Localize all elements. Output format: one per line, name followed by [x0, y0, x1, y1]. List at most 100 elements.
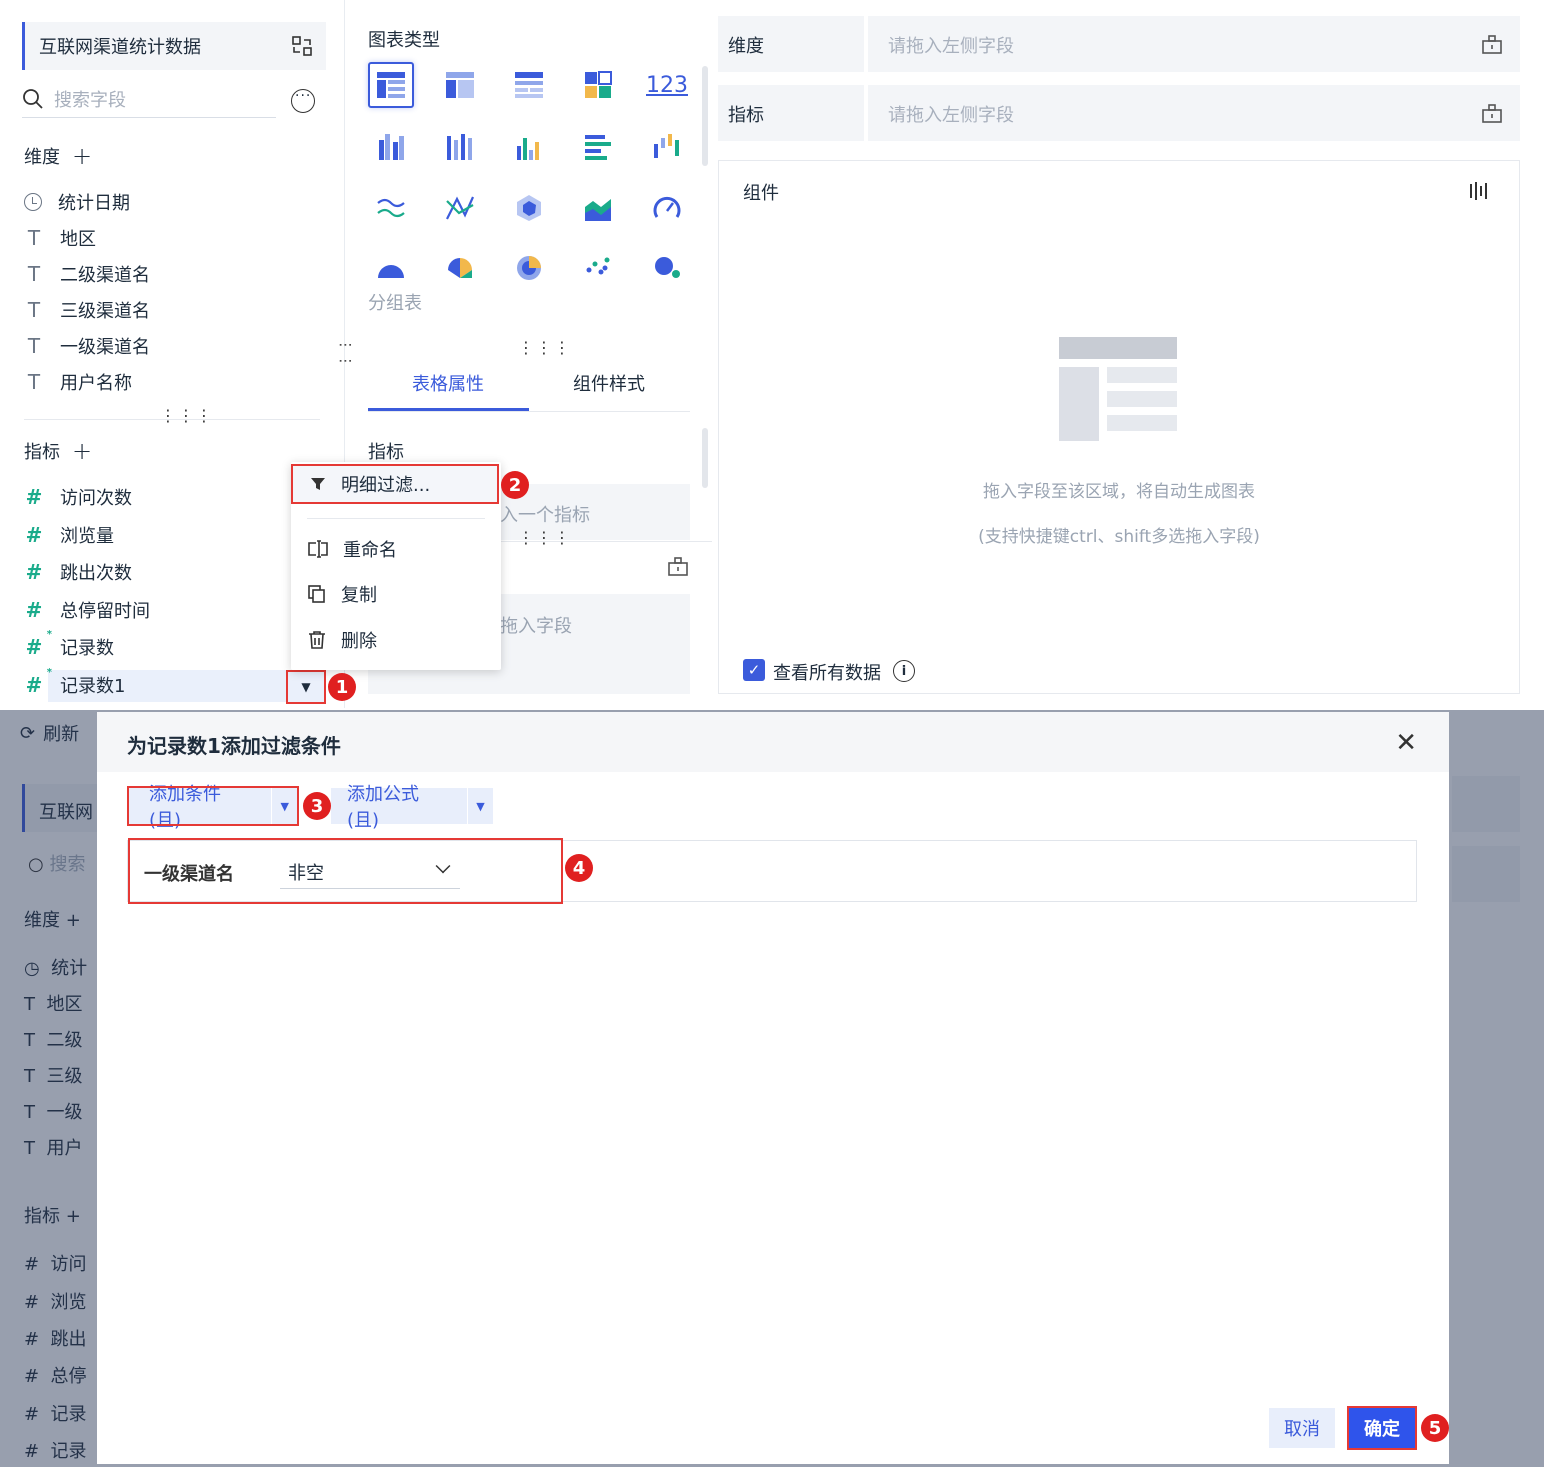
measure-slot[interactable]: 指标 请拖入左侧字段 — [718, 85, 1520, 141]
dimension-field[interactable]: T 二级渠道名 — [24, 259, 150, 289]
gauge-icon[interactable] — [644, 185, 690, 231]
search-input[interactable]: 搜索字段 — [54, 86, 126, 112]
annotation-badge-5: 5 — [1421, 1414, 1449, 1442]
empty-table-illustration — [1059, 337, 1177, 441]
text-icon: T — [27, 334, 41, 358]
menu-item-rename[interactable]: 重命名 — [291, 529, 501, 569]
search-icon — [22, 88, 44, 110]
detail-table-icon[interactable] — [506, 62, 552, 108]
chart-hover-label: 分组表 — [368, 293, 422, 314]
dimension-field[interactable]: T 用户名称 — [24, 367, 132, 397]
resize-handle[interactable]: ⋮⋮⋮ — [518, 528, 572, 547]
area-chart-icon[interactable] — [575, 185, 621, 231]
caret-down-icon: ▼ — [301, 680, 311, 694]
measure-drop-input[interactable]: 请拖入左侧字段 — [864, 85, 1464, 141]
divider — [24, 419, 320, 420]
measure-field[interactable]: # 访问次数 — [24, 482, 132, 512]
calculated-number-icon: # * — [25, 629, 52, 659]
view-all-checkbox[interactable]: ✓ — [743, 659, 765, 681]
switch-dataset-icon[interactable] — [290, 34, 314, 58]
highlight-box — [127, 786, 299, 826]
measure-field-selected[interactable]: # * 记录数1 — [24, 667, 126, 700]
date-icon — [24, 193, 42, 211]
line-chart-icon[interactable] — [368, 185, 414, 231]
annotation-badge-3: 3 — [303, 792, 331, 820]
measure-section-label: 指标 — [368, 442, 404, 463]
rename-icon — [307, 539, 329, 559]
menu-divider — [307, 518, 485, 519]
dimension-field[interactable]: T 一级渠道名 — [24, 331, 150, 361]
field-search[interactable]: 搜索字段 — [22, 80, 276, 118]
dashboard-blocks-icon[interactable] — [575, 62, 621, 108]
dimension-field[interactable]: 统计日期 — [24, 187, 130, 217]
field-tool-icon[interactable] — [1480, 32, 1504, 56]
measure-field[interactable]: # 跳出次数 — [24, 557, 132, 587]
chart-canvas[interactable]: 组件 拖入字段至该区域，将自动生成图表 (支持快捷键ctrl、shift多选拖入… — [718, 160, 1520, 694]
scrollbar[interactable] — [702, 428, 708, 488]
field-tool-icon[interactable] — [666, 554, 690, 578]
bar-chart-icon[interactable] — [506, 124, 552, 170]
tab-table-properties[interactable]: 表格属性 — [412, 370, 484, 396]
table-chart-icon[interactable] — [368, 62, 414, 108]
cross-table-icon[interactable] — [437, 62, 483, 108]
waterfall-icon[interactable] — [644, 124, 690, 170]
pie-chart-icon[interactable] — [368, 242, 414, 288]
measure-field[interactable]: # * 记录数 — [24, 629, 114, 662]
field-dropdown-button[interactable]: ▼ — [286, 670, 326, 704]
text-icon: T — [27, 298, 41, 322]
stacked-bar-icon[interactable] — [437, 124, 483, 170]
dimension-field[interactable]: T 三级渠道名 — [24, 295, 150, 325]
chart-settings-icon[interactable] — [1467, 179, 1491, 203]
polyline-chart-icon[interactable] — [437, 185, 483, 231]
field-context-menu: 明细过滤... 重命名 复制 删除 — [291, 462, 501, 670]
trash-icon — [307, 630, 327, 650]
measure-field[interactable]: # 总停留时间 — [24, 595, 150, 625]
scrollbar[interactable] — [702, 66, 708, 166]
dialog-title: 为记录数1添加过滤条件 — [127, 734, 341, 758]
dialog-header: 为记录数1添加过滤条件 ✕ — [97, 712, 1449, 772]
chart-config-panel: 维度 请拖入左侧字段 指标 请拖入左侧字段 组件 拖入字段至该区域，将自动生成图… — [718, 0, 1520, 708]
add-formula-button[interactable]: 添加公式(且) ▼ — [331, 784, 493, 831]
dataset-selector[interactable]: 互联网渠道统计数据 — [22, 22, 326, 70]
dimension-field[interactable]: T 地区 — [24, 223, 96, 253]
add-dimension-icon[interactable]: + — [72, 144, 92, 168]
measure-field[interactable]: # 浏览量 — [24, 520, 114, 550]
number-icon: # — [25, 598, 43, 622]
close-icon[interactable]: ✕ — [1395, 728, 1417, 758]
bubble-chart-icon[interactable] — [644, 242, 690, 288]
filter-icon — [309, 475, 327, 493]
menu-item-detail-filter[interactable]: 明细过滤... — [291, 464, 499, 504]
grouped-bar-icon[interactable] — [368, 124, 414, 170]
radar-chart-icon[interactable] — [506, 185, 552, 231]
more-options-icon[interactable] — [291, 88, 315, 113]
menu-item-copy[interactable]: 复制 — [291, 574, 501, 614]
resize-handle[interactable]: ⋮⋮⋮ — [160, 406, 214, 425]
dimension-slot[interactable]: 维度 请拖入左侧字段 — [718, 16, 1520, 72]
dataset-name: 互联网渠道统计数据 — [39, 37, 201, 58]
empty-hint: 拖入字段至该区域，将自动生成图表 — [983, 482, 1255, 502]
number-card-icon[interactable]: 123 — [644, 62, 690, 108]
tab-component-style[interactable]: 组件样式 — [573, 370, 645, 396]
cancel-button[interactable]: 取消 — [1269, 1408, 1335, 1448]
annotation-badge-4: 4 — [565, 854, 593, 882]
annotation-badge-2: 2 — [501, 471, 529, 499]
sunburst-icon[interactable] — [506, 242, 552, 288]
rose-chart-icon[interactable] — [437, 242, 483, 288]
chart-type-title: 图表类型 — [368, 30, 440, 51]
add-measure-icon[interactable]: + — [72, 439, 92, 463]
field-tool-icon[interactable] — [1480, 101, 1504, 125]
empty-subhint: (支持快捷键ctrl、shift多选拖入字段) — [978, 527, 1260, 547]
calculated-number-icon: # * — [25, 667, 52, 697]
menu-item-delete[interactable]: 删除 — [291, 620, 501, 660]
filter-dialog-screen: ⟳ 刷新 互联网 ○ 搜索 维度 + ◷ 统计 T 地区 T 二级 T 三级 T … — [0, 710, 1544, 1467]
info-icon[interactable]: i — [893, 660, 915, 682]
text-icon: T — [27, 226, 41, 250]
scatter-chart-icon[interactable] — [575, 242, 621, 288]
view-all-label: 查看所有数据 — [773, 663, 881, 684]
highlight-box — [1347, 1406, 1417, 1450]
resize-handle[interactable]: ⋮⋮⋮ — [518, 338, 572, 357]
dimension-drop-input[interactable]: 请拖入左侧字段 — [864, 16, 1464, 72]
property-tabs: 表格属性 组件样式 — [368, 356, 690, 412]
caret-down-icon[interactable]: ▼ — [467, 788, 493, 824]
horizontal-bar-icon[interactable] — [575, 124, 621, 170]
